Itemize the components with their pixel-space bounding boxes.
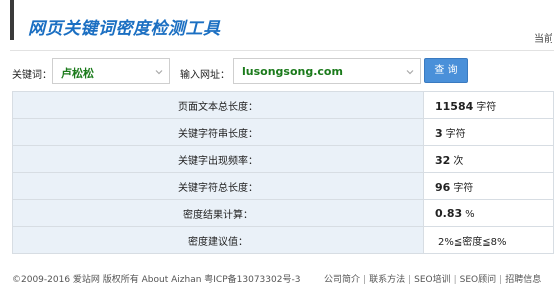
footer-separator: | — [408, 275, 412, 285]
result-label: 关键字符串长度： — [12, 118, 424, 146]
result-unit: 字符 — [476, 101, 497, 113]
result-row: 关键字出现频率： 32 次 — [12, 145, 554, 173]
footer-separator: | — [363, 275, 367, 285]
keyword-select[interactable]: 卢松松 — [52, 58, 170, 84]
keyword-value: 卢松松 — [61, 67, 94, 80]
result-value-cell: 2%≦密度≦8% — [423, 226, 554, 254]
results-table: 页面文本总长度： 11584 字符 关键字符串长度： 3 字符 关键字出现频率： 32 次关键字… — [12, 91, 554, 254]
keyword-label: 关键词： — [12, 70, 52, 81]
chevron-down-icon — [406, 70, 414, 75]
footer-link[interactable]: 联系方法 — [369, 275, 405, 285]
footer-link[interactable]: SEO培训 — [414, 275, 450, 285]
url-input[interactable]: lusongsong.com — [233, 58, 421, 84]
footer-link[interactable]: 公司简介 — [324, 275, 360, 285]
url-label: 输入网址： — [180, 70, 230, 81]
query-form: 关键词： 卢松松 输入网址： lusongsong.com 查 询 — [0, 58, 554, 84]
result-value-cell: 0.83% — [423, 199, 554, 227]
result-unit: % — [465, 208, 475, 220]
result-unit: 字符 — [453, 182, 474, 194]
result-unit: 次 — [453, 155, 464, 167]
result-row: 页面文本总长度： 11584 字符 — [12, 91, 554, 119]
result-value: 32 — [435, 153, 451, 167]
result-value-cell: 32 次 — [423, 145, 554, 173]
header-accent-bar — [10, 0, 14, 40]
footer-links: 公司简介 | 联系方法 | SEO培训 | SEO顾问 | 招聘信息 — [324, 272, 544, 285]
page-title: 网页关键词密度检测工具 — [28, 19, 221, 39]
footer-separator: | — [453, 275, 457, 285]
result-value-cell: 11584 字符 — [423, 91, 554, 119]
footer-separator: | — [499, 275, 503, 285]
footer-link[interactable]: SEO顾问 — [460, 275, 496, 285]
result-value: 3 — [435, 126, 443, 140]
result-label: 密度建议值： — [12, 226, 424, 254]
result-value-cell: 96 字符 — [423, 172, 554, 200]
result-row: 关键字符串长度： 3 字符 — [12, 118, 554, 146]
result-value: 96 — [435, 180, 451, 194]
result-unit: 字符 — [445, 128, 466, 140]
result-row: 关键字符总长度： 96 字符 — [12, 172, 554, 200]
result-row: 密度建议值： 2%≦密度≦8% — [12, 226, 554, 254]
chevron-down-icon — [155, 70, 163, 75]
query-button[interactable]: 查 询 — [424, 58, 468, 83]
footer-copyright: ©2009-2016 爱站网 版权所有 About Aizhan 粤ICP备13… — [12, 275, 301, 285]
result-label: 关键字符总长度： — [12, 172, 424, 200]
result-row: 密度结果计算： 0.83% — [12, 199, 554, 227]
footer-link[interactable]: 招聘信息 — [505, 275, 541, 285]
result-value-cell: 3 字符 — [423, 118, 554, 146]
result-label: 关键字出现频率： — [12, 145, 424, 173]
header-divider — [10, 50, 554, 51]
result-label: 密度结果计算： — [12, 199, 424, 227]
result-value: 11584 — [435, 99, 474, 113]
result-value: 0.83 — [435, 206, 463, 220]
result-unit: 2%≦密度≦8% — [438, 236, 507, 248]
url-value: lusongsong.com — [242, 65, 343, 78]
result-label: 页面文本总长度： — [12, 91, 424, 119]
header-corner-text: 当前 — [534, 34, 552, 45]
